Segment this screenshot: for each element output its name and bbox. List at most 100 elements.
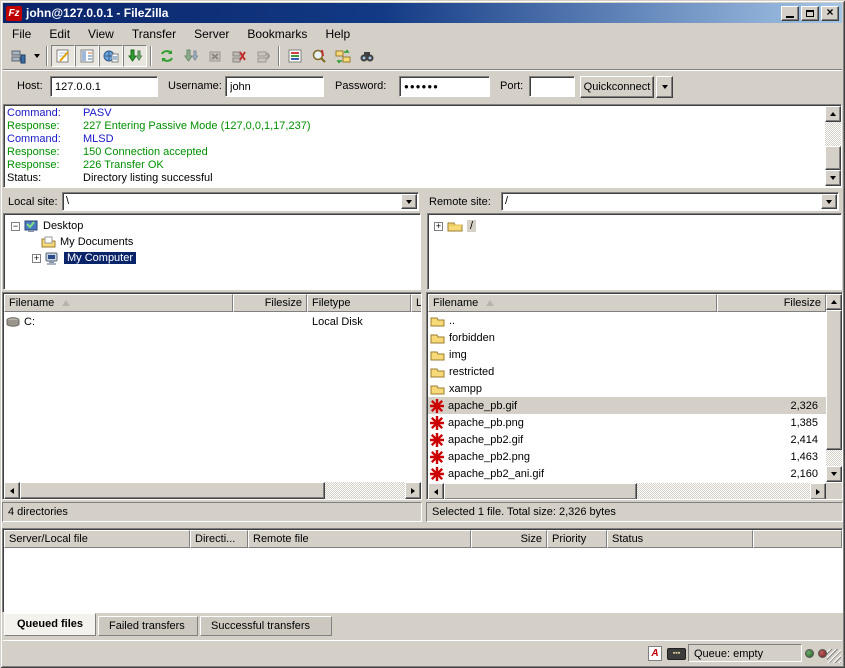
site-manager-button[interactable] (6, 45, 30, 67)
tab-successful-transfers[interactable]: Successful transfers (200, 616, 332, 636)
local-column-filesize[interactable]: Filesize (233, 294, 307, 312)
menu-server[interactable]: Server (185, 25, 238, 43)
menu-bookmarks[interactable]: Bookmarks (238, 25, 316, 43)
menu-view[interactable]: View (79, 25, 123, 43)
username-input[interactable] (225, 76, 324, 97)
host-input[interactable] (50, 76, 158, 97)
queue-column-priority[interactable]: Priority (547, 530, 607, 548)
log-scrollbar-track[interactable] (825, 122, 841, 146)
remote-file-row[interactable]: apache_pb2.gif 2,414 (428, 431, 826, 448)
collapse-icon[interactable]: − (11, 222, 20, 231)
synchronized-browsing-button[interactable] (331, 45, 355, 67)
close-button[interactable]: × (821, 6, 839, 21)
chevron-down-icon (34, 54, 40, 58)
queue-column-direction[interactable]: Directi... (190, 530, 248, 548)
local-file-list: Filename Filesize Filetype L C: Local Di… (2, 292, 422, 500)
site-manager-dropdown-button[interactable] (30, 45, 43, 67)
username-label: Username: (168, 80, 222, 92)
local-column-filetype[interactable]: Filetype (307, 294, 411, 312)
menu-edit[interactable]: Edit (40, 25, 79, 43)
remote-column-filesize[interactable]: Filesize (717, 294, 826, 312)
local-column-filename[interactable]: Filename (4, 294, 233, 312)
local-site-combobox[interactable]: \ (62, 192, 419, 211)
menu-file[interactable]: File (3, 25, 40, 43)
expand-icon[interactable]: + (32, 254, 41, 263)
local-site-dropdown-button[interactable] (401, 194, 417, 209)
refresh-button[interactable] (155, 45, 179, 67)
remote-hscrollbar-thumb[interactable] (444, 483, 637, 500)
folder-icon (430, 383, 445, 395)
log-scroll-down-button[interactable] (825, 170, 841, 186)
remote-column-filename[interactable]: Filename (428, 294, 717, 312)
remote-site-combobox[interactable]: / (501, 192, 839, 211)
remote-file-row[interactable]: forbidden (428, 329, 826, 346)
folder-icon (430, 332, 445, 344)
remote-file-row[interactable]: apache_pb2_ani.gif 2,160 (428, 465, 826, 482)
local-hscrollbar-thumb[interactable] (20, 482, 325, 499)
local-scroll-right-button[interactable] (405, 482, 421, 499)
tab-queued-files[interactable]: Queued files (4, 613, 96, 636)
remote-site-label: Remote site: (429, 196, 491, 208)
log-scrollbar-thumb[interactable] (825, 146, 841, 170)
port-label: Port: (500, 80, 523, 92)
quickconnect-dropdown-button[interactable] (656, 76, 673, 98)
local-column-last-modified[interactable]: L (411, 294, 422, 312)
tree-item-label: / (467, 220, 476, 232)
tree-item-desktop[interactable]: − Desktop (11, 218, 83, 234)
local-scroll-left-button[interactable] (4, 482, 20, 499)
toolbar-separator (278, 46, 280, 66)
remote-hscrollbar-track[interactable] (637, 483, 810, 500)
tree-item-root[interactable]: + / (434, 218, 476, 234)
remote-scroll-left-button[interactable] (428, 483, 444, 500)
toggle-transfer-queue-button[interactable] (123, 45, 147, 67)
remote-file-row[interactable]: apache_pb2.png 1,463 (428, 448, 826, 465)
remote-file-row-selected[interactable]: apache_pb.gif 2,326 (428, 397, 826, 414)
synchronized-browsing-icon (335, 48, 351, 64)
resize-grip[interactable] (827, 649, 841, 663)
port-input[interactable] (529, 76, 575, 97)
reconnect-button[interactable] (251, 45, 275, 67)
log-scroll-up-button[interactable] (825, 106, 841, 122)
directory-comparison-button[interactable] (307, 45, 331, 67)
remote-vscrollbar-thumb[interactable] (826, 310, 842, 450)
remote-file-row[interactable]: apache_pb.png 1,385 (428, 414, 826, 431)
remote-scroll-right-button[interactable] (810, 483, 826, 500)
quickconnect-button[interactable]: Quickconnect (580, 76, 654, 98)
password-input[interactable] (399, 76, 490, 97)
process-queue-button[interactable] (179, 45, 203, 67)
local-hscrollbar-track[interactable] (325, 482, 405, 499)
filter-button[interactable] (283, 45, 307, 67)
tree-item-my-documents[interactable]: My Documents (41, 234, 133, 250)
menu-help[interactable]: Help (316, 25, 359, 43)
queue-column-status[interactable]: Status (607, 530, 753, 548)
message-log: Command:PASV Response:227 Entering Passi… (3, 104, 842, 188)
minimize-button[interactable] (781, 6, 799, 21)
transfer-queue: Server/Local file Directi... Remote file… (2, 528, 843, 613)
remote-file-row[interactable]: .. (428, 312, 826, 329)
maximize-button[interactable] (801, 6, 819, 21)
gif-file-icon (430, 433, 444, 447)
local-file-row[interactable]: C: Local Disk (4, 313, 421, 330)
tab-failed-transfers[interactable]: Failed transfers (98, 616, 198, 636)
toggle-message-log-button[interactable] (51, 45, 75, 67)
find-files-button[interactable] (355, 45, 379, 67)
remote-file-row[interactable]: restricted (428, 363, 826, 380)
menu-transfer[interactable]: Transfer (123, 25, 185, 43)
toggle-local-tree-button[interactable] (75, 45, 99, 67)
queue-column-size[interactable]: Size (471, 530, 547, 548)
disconnect-button[interactable] (227, 45, 251, 67)
remote-scroll-up-button[interactable] (826, 294, 842, 310)
expand-icon[interactable]: + (434, 222, 443, 231)
remote-file-row[interactable]: xampp (428, 380, 826, 397)
cancel-button[interactable] (203, 45, 227, 67)
tree-item-my-computer[interactable]: + My Computer (32, 250, 136, 266)
toggle-remote-tree-button[interactable] (99, 45, 123, 67)
remote-vscrollbar-track[interactable] (826, 450, 842, 466)
queue-column-remote-file[interactable]: Remote file (248, 530, 471, 548)
tree-item-label: My Documents (60, 236, 133, 248)
remote-site-dropdown-button[interactable] (821, 194, 837, 209)
remote-file-row[interactable]: img (428, 346, 826, 363)
remote-scroll-down-button[interactable] (826, 466, 842, 482)
remote-tree-icon (103, 48, 119, 64)
queue-column-server-local-file[interactable]: Server/Local file (4, 530, 190, 548)
